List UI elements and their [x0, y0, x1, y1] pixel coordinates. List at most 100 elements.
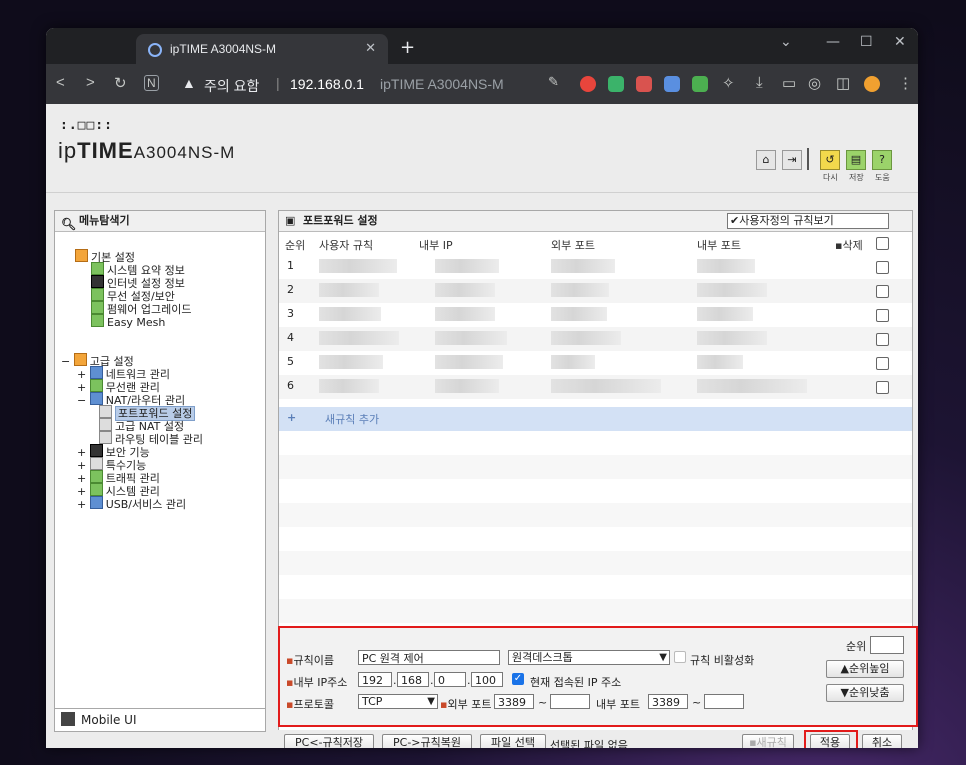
table-row[interactable]: 4: [279, 327, 912, 351]
protocol-select[interactable]: TCP ▼: [358, 694, 438, 709]
redacted-cell: [319, 283, 379, 297]
external-port-from[interactable]: 3389: [494, 694, 534, 709]
reader-icon[interactable]: N: [144, 75, 159, 91]
range-tilde: ~: [538, 696, 548, 709]
rule-view-select[interactable]: ✔사용자정의 규칙보기: [727, 213, 889, 229]
table-row[interactable]: 5: [279, 351, 912, 375]
tab-active[interactable]: ipTIME A3004NS-M ✕: [136, 34, 388, 64]
ip-octet-2[interactable]: 168: [397, 672, 429, 687]
tab-search-icon[interactable]: ⌄: [780, 34, 792, 50]
pc-save-button[interactable]: PC<-규칙저장: [284, 734, 374, 748]
save-icon[interactable]: ▤: [846, 150, 866, 170]
maximize-icon[interactable]: ☐: [860, 34, 873, 50]
puzzle-icon[interactable]: ✧: [722, 74, 735, 92]
redacted-cell: [435, 379, 499, 393]
file-select-button[interactable]: 파일 선택: [480, 734, 546, 748]
new-rule-button[interactable]: ▪새규칙: [742, 734, 794, 748]
sidepanel-icon[interactable]: ◫: [836, 74, 850, 92]
extension-icon-4[interactable]: [664, 76, 680, 92]
delete-checkbox[interactable]: [876, 381, 889, 394]
new-rule-label: 새규칙: [756, 736, 787, 748]
extension-icon-1[interactable]: [580, 76, 596, 92]
router-page: :.□□:: ipTIMEA3004NS-M ⌂ ⇥ ↺ ▤ ? 다시 저장 도…: [46, 104, 918, 748]
mobile-icon: [61, 712, 75, 726]
delete-checkbox[interactable]: [876, 309, 889, 322]
new-tab-button[interactable]: +: [400, 37, 415, 58]
traffic-icon: [89, 470, 103, 483]
order-up-button[interactable]: ▲순위높임: [826, 660, 904, 678]
rule-name-input[interactable]: PC 원격 제어: [358, 650, 500, 665]
redacted-cell: [435, 307, 495, 321]
preset-select[interactable]: 원격데스크톱 ▼: [508, 650, 670, 665]
translate-icon[interactable]: ✎: [548, 74, 559, 90]
table-row[interactable]: 2: [279, 279, 912, 303]
router-icon: [89, 392, 103, 405]
row-number: 2: [287, 283, 294, 296]
back-icon[interactable]: <: [56, 74, 65, 91]
table-row[interactable]: 6: [279, 375, 912, 399]
delete-checkbox[interactable]: [876, 261, 889, 274]
profile-avatar[interactable]: [864, 76, 880, 92]
mobile-ui-link[interactable]: Mobile UI: [54, 708, 266, 732]
order-input[interactable]: [870, 636, 904, 654]
ip-octet-3[interactable]: 0: [434, 672, 466, 687]
restart-icon[interactable]: ↺: [820, 150, 840, 170]
close-window-icon[interactable]: ✕: [894, 34, 906, 50]
col-internal-port: 내부 포트: [697, 239, 741, 252]
range-tilde: ~: [692, 696, 702, 709]
screenshot-icon[interactable]: ◎: [808, 74, 821, 92]
reload-icon[interactable]: ↻: [114, 74, 127, 92]
protocol-label-text: 프로토콜: [293, 698, 334, 711]
redacted-cell: [319, 379, 379, 393]
row-number: 6: [287, 379, 294, 392]
mesh-icon: [91, 314, 104, 327]
table-row[interactable]: 3: [279, 303, 912, 327]
redacted-cell: [551, 355, 595, 369]
logout-icon[interactable]: ⇥: [782, 150, 802, 170]
disable-rule-checkbox[interactable]: [674, 651, 686, 663]
delete-checkbox[interactable]: [876, 333, 889, 346]
redacted-cell: [697, 283, 767, 297]
download-icon[interactable]: ⤓: [756, 74, 763, 91]
address-bar[interactable]: ▲ 주의 요함 | 192.168.0.1 ipTIME A3004NS-M: [174, 70, 534, 98]
home-icon[interactable]: ⌂: [756, 150, 776, 170]
pc-restore-button[interactable]: PC->규칙복원: [382, 734, 472, 748]
internal-port-to[interactable]: [704, 694, 744, 709]
menu-icon[interactable]: ⋮: [898, 74, 913, 92]
minimize-icon[interactable]: —: [826, 34, 840, 50]
portforward-title: 포트포워드 설정: [303, 214, 378, 227]
redacted-cell: [435, 283, 495, 297]
current-ip-checkbox[interactable]: ✓: [512, 673, 524, 685]
disable-rule-label: 규칙 비활성화: [690, 654, 755, 667]
redacted-cell: [551, 283, 609, 297]
ip-octet-1[interactable]: 192: [358, 672, 392, 687]
logo-brand-b: TIME: [77, 138, 134, 163]
delete-checkbox[interactable]: [876, 285, 889, 298]
forward-icon[interactable]: >: [86, 74, 95, 91]
order-down-button[interactable]: ▼순위낮춤: [826, 684, 904, 702]
special-icon: [89, 457, 103, 470]
internal-port-from[interactable]: 3389: [648, 694, 688, 709]
eyedropper-extension-icon[interactable]: [636, 76, 652, 92]
redacted-cell: [551, 379, 661, 393]
extension-icon-5[interactable]: [692, 76, 708, 92]
delete-checkbox[interactable]: [876, 357, 889, 370]
table-row[interactable]: 1: [279, 255, 912, 279]
ip-dot: .: [393, 674, 397, 687]
row-number: 3: [287, 307, 294, 320]
menu-item-usb[interactable]: + USB/서비스 관리: [77, 496, 186, 511]
cast-icon[interactable]: ▭: [782, 74, 796, 92]
menu-item-easymesh[interactable]: Easy Mesh: [91, 314, 165, 329]
shield-extension-icon[interactable]: [608, 76, 624, 92]
add-rule-row[interactable]: + 새규칙 추가: [279, 407, 912, 431]
page-icon: [99, 431, 112, 444]
help-icon[interactable]: ?: [872, 150, 892, 170]
external-port-to[interactable]: [550, 694, 590, 709]
monitor-icon: [91, 275, 104, 288]
protocol-label: ▪프로토콜: [286, 698, 334, 711]
close-tab-icon[interactable]: ✕: [365, 41, 376, 56]
ip-octet-4[interactable]: 100: [471, 672, 503, 687]
select-all-checkbox[interactable]: [876, 237, 889, 250]
warning-icon[interactable]: ▲: [182, 75, 196, 91]
cancel-button[interactable]: 취소: [862, 734, 902, 748]
